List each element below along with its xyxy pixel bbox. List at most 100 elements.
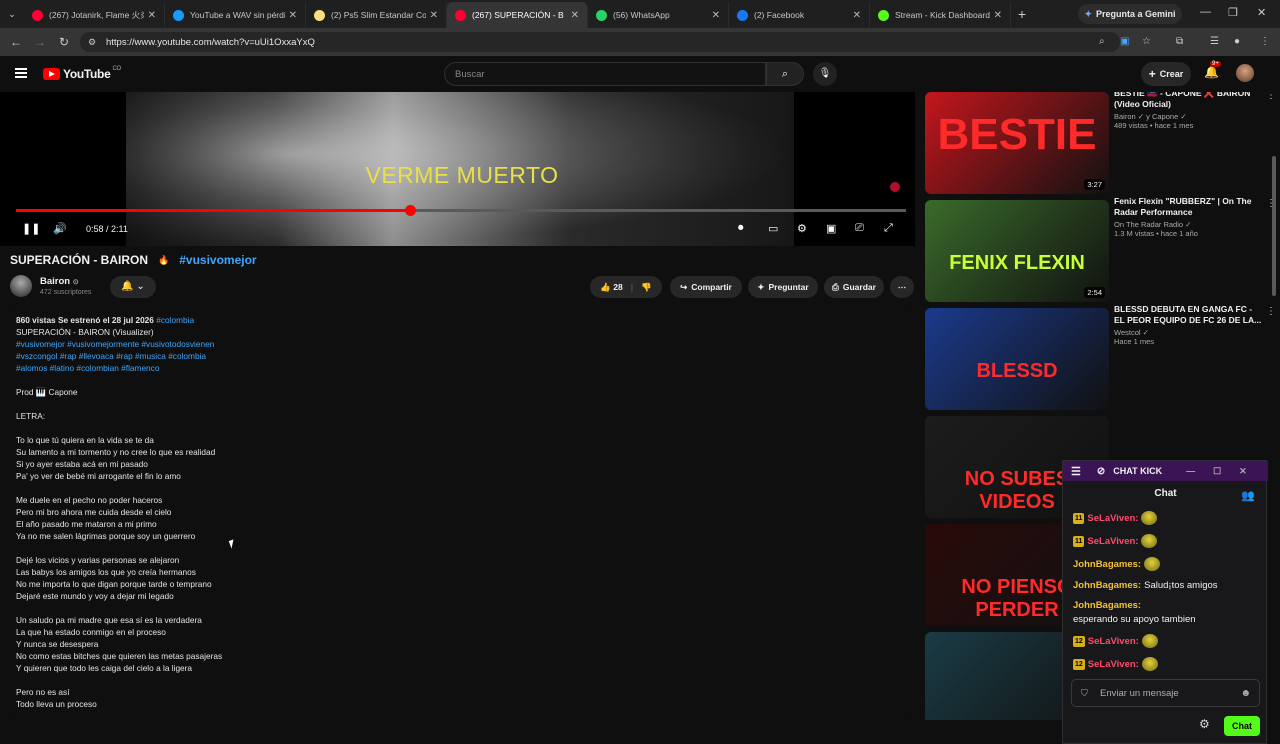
browser-tab[interactable]: (56) WhatsApp ✕ xyxy=(588,2,729,28)
chat-username[interactable]: JohnBagames: xyxy=(1073,559,1141,570)
chat-username[interactable]: SeLaViven: xyxy=(1087,513,1138,524)
video-player[interactable]: VERME MUERTO ❚❚ 🔊 0:58 / 2:11 ⏺ ▭ ⚙ ▣ ⎚ … xyxy=(0,92,915,246)
close-tab-icon[interactable]: ✕ xyxy=(712,10,720,21)
page-scrollbar[interactable] xyxy=(1272,156,1276,296)
forward-icon[interactable]: → xyxy=(28,35,52,49)
minimize-button[interactable]: — xyxy=(1200,6,1211,18)
pause-icon[interactable]: ❚❚ xyxy=(22,222,40,235)
related-video-info[interactable]: Fenix Flexin "RUBBERZ" | On The Radar Pe… xyxy=(1114,196,1262,238)
chat-username[interactable]: SeLaViven: xyxy=(1088,659,1139,670)
lyrics-line: Pa' yo ver de bebé mi arrogante el fin l… xyxy=(16,471,181,481)
site-info-icon[interactable]: ⚙ xyxy=(88,37,96,48)
chat-username[interactable]: SeLaViven: xyxy=(1087,536,1138,547)
description-meta-tag[interactable]: #colombia xyxy=(156,315,194,325)
browser-tab[interactable]: (267) SUPERACIÓN - B ✕ xyxy=(447,2,588,28)
chat-username[interactable]: JohnBagames: xyxy=(1073,580,1141,591)
kick-no-icon: ⊘ xyxy=(1096,465,1106,477)
related-video-thumbnail[interactable]: BLESSD xyxy=(925,308,1109,410)
channel-name[interactable]: Bairon ⊙ xyxy=(40,276,79,287)
browser-tab[interactable]: Stream - Kick Dashboard ✕ xyxy=(870,2,1011,28)
close-tab-icon[interactable]: ✕ xyxy=(571,10,579,21)
ask-button[interactable]: ✦ Preguntar xyxy=(748,276,818,298)
verified-icon: ⊙ xyxy=(72,279,79,286)
progress-bar[interactable] xyxy=(16,205,906,216)
hashtag-line[interactable]: #vusivomejor #vusivomejormente #vusivoto… xyxy=(16,338,905,350)
miniplayer-icon[interactable]: ▣ xyxy=(826,222,836,235)
share-button[interactable]: ↪ Compartir xyxy=(670,276,742,298)
hamburger-icon[interactable]: ☰ xyxy=(1071,465,1081,478)
more-actions-icon[interactable]: ⋯ xyxy=(890,276,914,298)
channel-avatar[interactable] xyxy=(10,275,32,297)
chat-users-icon[interactable]: 👥 xyxy=(1241,489,1255,502)
reload-icon[interactable]: ↻ xyxy=(52,35,76,49)
profile-icon[interactable]: ● xyxy=(1234,36,1240,47)
autoplay-toggle-icon[interactable]: ⏺ xyxy=(738,222,744,235)
zoom-icon[interactable]: ⌕ xyxy=(1099,36,1105,47)
related-video-thumbnail[interactable]: BESTIE 3:27 xyxy=(925,92,1109,194)
related-video-info[interactable]: BESTIE 🇻🇪 - CAPONE ❌ BAIRON (Video Ofici… xyxy=(1114,92,1262,130)
related-video-thumbnail[interactable]: FENIX FLEXIN 2:54 xyxy=(925,200,1109,302)
new-tab-button[interactable]: + xyxy=(1011,6,1033,22)
close-tab-icon[interactable]: ✕ xyxy=(289,10,297,21)
tab-search-icon[interactable]: ⌄ xyxy=(0,9,24,20)
related-video-meta: 1.3 M vistas • hace 1 año xyxy=(1114,229,1198,238)
subscribed-bell-button[interactable]: 🔔 ⌄ xyxy=(110,276,156,298)
lyrics-line: Y nunca se desespera xyxy=(16,639,99,649)
cast-screen-icon[interactable]: ⎚ xyxy=(855,222,864,235)
hashtag-line[interactable]: #alomos #latino #colombian #flamenco xyxy=(16,362,905,374)
account-avatar[interactable] xyxy=(1236,64,1254,82)
microphone-icon[interactable]: 🎙 xyxy=(813,62,837,86)
related-video-info[interactable]: BLESSD DEBUTA EN GANGA FC - EL PEOR EQUI… xyxy=(1114,304,1262,346)
emoji-icon[interactable]: ☻ xyxy=(1240,688,1251,699)
chat-username[interactable]: SeLaViven: xyxy=(1088,636,1139,647)
volume-icon[interactable]: 🔊 xyxy=(53,222,67,235)
kick-close-icon[interactable]: ✕ xyxy=(1239,466,1247,477)
like-button[interactable]: 👍 28 xyxy=(600,282,622,293)
gemini-button[interactable]: ✦ Pregunta a Gemini xyxy=(1078,4,1182,24)
save-button[interactable]: ⎙ Guardar xyxy=(824,276,884,298)
related-video-menu-icon[interactable]: ⋮ xyxy=(1266,306,1274,317)
search-icon[interactable]: ⌕ xyxy=(766,62,804,86)
hashtag-line[interactable]: #vszcongol #rap #llevoaca #rap #musica #… xyxy=(16,350,905,362)
browser-menu-icon[interactable]: ⋮ xyxy=(1260,36,1270,47)
menu-icon[interactable] xyxy=(15,68,27,78)
close-tab-icon[interactable]: ✕ xyxy=(994,10,1002,21)
bookmark-star-icon[interactable]: ☆ xyxy=(1142,36,1151,47)
create-button[interactable]: + Crear xyxy=(1141,62,1191,86)
close-window-button[interactable]: ✕ xyxy=(1257,6,1266,19)
lyrics-verse: Un saludo pa mi madre que esa sí es la v… xyxy=(16,614,905,674)
video-description[interactable]: 860 vistas Se estrenó el 28 jul 2026 #co… xyxy=(8,308,913,720)
back-icon[interactable]: ← xyxy=(4,35,28,49)
description-producer: Prod 🎹 Capone xyxy=(16,387,78,397)
extensions-icon[interactable]: ⧉ xyxy=(1176,36,1183,47)
browser-tab[interactable]: YouTube a WAV sin pérdid ✕ xyxy=(165,2,306,28)
reading-list-icon[interactable]: ☰ xyxy=(1210,36,1219,47)
lyrics-line: Y quieren que todo les caiga del cielo a… xyxy=(16,663,193,673)
description-hashtags[interactable]: #vusivomejor #vusivomejormente #vusivoto… xyxy=(16,338,905,374)
chat-username[interactable]: JohnBagames: xyxy=(1073,600,1141,611)
settings-gear-icon[interactable]: ⚙ xyxy=(797,222,807,235)
cast-icon[interactable]: ▣ xyxy=(1120,36,1129,47)
dislike-icon[interactable]: 👎 xyxy=(641,282,652,293)
notifications-bell-icon[interactable]: 🔔 9+ xyxy=(1204,61,1221,79)
tab-title: (267) Jotanirk, Flame 火炎 xyxy=(49,10,144,20)
related-video-menu-icon[interactable]: ⋮ xyxy=(1266,92,1274,101)
close-tab-icon[interactable]: ✕ xyxy=(853,10,861,21)
search-input[interactable]: Buscar xyxy=(444,62,766,86)
video-title-hashtag[interactable]: #vusivomejor xyxy=(179,253,256,267)
close-tab-icon[interactable]: ✕ xyxy=(148,10,156,21)
close-tab-icon[interactable]: ✕ xyxy=(430,10,438,21)
fullscreen-icon[interactable]: ⤢ xyxy=(884,222,893,235)
youtube-logo[interactable]: YouTube CO xyxy=(43,66,121,81)
kick-minimize-icon[interactable]: — xyxy=(1186,466,1195,476)
kick-maximize-icon[interactable]: ☐ xyxy=(1213,466,1221,477)
maximize-button[interactable]: ❐ xyxy=(1228,6,1238,19)
subtitles-icon[interactable]: ▭ xyxy=(768,222,778,235)
browser-tab[interactable]: (267) Jotanirk, Flame 火炎 ✕ xyxy=(24,2,165,28)
browser-tab[interactable]: (2) Facebook ✕ xyxy=(729,2,870,28)
chat-message-input[interactable]: ⛉ Enviar un mensaje ☻ xyxy=(1071,679,1260,707)
chat-send-button[interactable]: Chat xyxy=(1224,716,1260,736)
browser-tab[interactable]: (2) Ps5 Slim Estandar Con ✕ xyxy=(306,2,447,28)
url-field[interactable]: ⚙ https://www.youtube.com/watch?v=uUi1Oxx… xyxy=(80,32,1120,52)
chat-settings-gear-icon[interactable]: ⚙ xyxy=(1199,717,1210,731)
